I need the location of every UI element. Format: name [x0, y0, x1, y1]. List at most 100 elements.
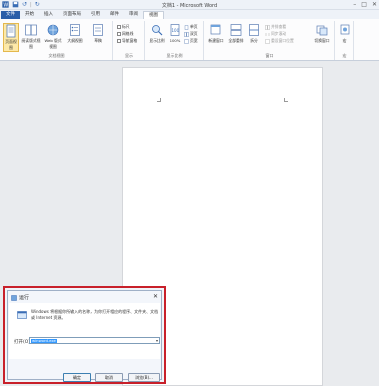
tab-mailings[interactable]: 邮件	[105, 11, 124, 19]
window-title: 文档1 - Microsoft Word	[161, 3, 218, 9]
zoom-100-button[interactable]: 100 100%	[168, 23, 182, 43]
crop-mark-top-left	[157, 98, 161, 102]
run-command-input[interactable]: winword.exe ▾	[29, 337, 160, 344]
draft-icon	[93, 24, 103, 36]
page-width-icon	[184, 39, 189, 43]
run-cancel-button[interactable]: 取消	[95, 373, 123, 382]
tab-file[interactable]: 文件	[1, 11, 20, 19]
run-icon	[11, 294, 17, 301]
zoom-button[interactable]: 显示比例	[148, 23, 166, 44]
gridlines-label: 网格线	[122, 31, 134, 36]
ruler-label: 标尺	[122, 24, 130, 29]
group-label-macros: 宏	[342, 53, 347, 58]
gridlines-checkbox[interactable]: 网格线	[117, 31, 133, 37]
outline-button[interactable]: 大纲视图	[65, 23, 85, 44]
group-label-show: 显示	[125, 53, 133, 58]
print-layout-label: 页面视图	[5, 39, 17, 50]
reading-layout-label: 阅读版式视图	[21, 38, 41, 49]
two-pages-button[interactable]: 双页	[184, 31, 198, 37]
zoom-100-icon: 100	[170, 24, 180, 36]
run-dialog-close-button[interactable]: ✕	[153, 293, 158, 300]
arrange-all-label: 全部重排	[228, 38, 244, 43]
outline-label: 大纲视图	[67, 38, 83, 43]
page-width-label: 页宽	[190, 38, 198, 43]
new-window-label: 新建窗口	[208, 38, 224, 43]
run-dialog-title: 运行	[19, 295, 30, 301]
maximize-button[interactable]: □	[361, 1, 367, 8]
web-layout-label: Web 版式视图	[44, 38, 62, 49]
page-width-button[interactable]: 页宽	[184, 38, 198, 44]
tab-view[interactable]: 视图	[143, 11, 164, 19]
draft-button[interactable]: 草稿	[88, 23, 108, 44]
split-icon	[249, 24, 259, 36]
draft-label: 草稿	[94, 38, 102, 43]
ruler-checkbox[interactable]: 标尺	[117, 24, 130, 30]
web-layout-button[interactable]: Web 版式视图	[43, 23, 63, 50]
title-bar: W ↺ | ↻ 文档1 - Microsoft Word – □ ✕	[0, 0, 379, 10]
run-dialog-highlight: 运行 ✕ Windows 将根据你所输入的名称，为你打开相应的程序、文件夹、文档…	[3, 286, 166, 384]
group-label-window: 窗口	[265, 53, 274, 58]
minimize-button[interactable]: –	[353, 1, 356, 8]
run-dialog-body: Windows 将根据你所输入的名称，为你打开相应的程序、文件夹、文档或 Int…	[9, 303, 160, 359]
navigation-pane-label: 导航窗格	[122, 38, 138, 43]
macros-label: 宏	[342, 38, 347, 43]
view-side-by-side-button[interactable]: 并排查看	[265, 24, 286, 30]
ribbon-tabs: 文件 开始 插入 页面布局 引用 邮件 审阅 视图	[0, 10, 379, 19]
chevron-down-icon[interactable]: ▾	[156, 338, 158, 343]
view-side-by-side-label: 并排查看	[271, 24, 287, 29]
group-label-document-views: 文档视图	[48, 53, 65, 58]
split-button[interactable]: 拆分	[247, 23, 261, 44]
arrange-all-icon	[230, 24, 242, 36]
reset-position-icon	[265, 38, 270, 44]
run-dialog-description: Windows 将根据你所输入的名称，为你打开相应的程序、文件夹、文档或 Int…	[31, 309, 159, 320]
macros-icon	[340, 24, 349, 35]
group-macros: 宏 宏	[336, 21, 354, 60]
tab-page-layout[interactable]: 页面布局	[58, 11, 86, 19]
new-window-button[interactable]: 新建窗口	[207, 23, 225, 44]
run-browse-button[interactable]: 浏览(B)...	[128, 373, 160, 382]
synchronous-scrolling-label: 同步滚动	[271, 31, 287, 36]
run-dialog-title-bar: 运行	[11, 294, 29, 301]
svg-text:100: 100	[172, 28, 180, 33]
one-page-icon	[184, 24, 189, 30]
tab-review[interactable]: 审阅	[124, 11, 143, 19]
zoom-label: 显示比例	[149, 38, 165, 43]
new-window-icon	[210, 24, 221, 35]
tab-insert[interactable]: 插入	[39, 11, 58, 19]
outline-icon	[70, 24, 80, 36]
group-document-views: 页面视图 阅读版式视图 Web 版式视图 大纲视图 草稿 文档视图	[1, 21, 113, 60]
print-layout-icon	[6, 24, 16, 38]
run-ok-button[interactable]: 确定	[63, 373, 91, 382]
tab-references[interactable]: 引用	[86, 11, 105, 19]
arrange-all-button[interactable]: 全部重排	[227, 23, 245, 44]
one-page-button[interactable]: 单页	[184, 24, 198, 30]
group-zoom: 显示比例 100 100% 单页 双页 页宽 显示比例	[146, 21, 204, 60]
close-button[interactable]: ✕	[372, 1, 377, 8]
run-command-value: winword.exe	[31, 338, 57, 343]
synchronous-scrolling-button[interactable]: 同步滚动	[265, 31, 286, 37]
split-label: 拆分	[250, 38, 258, 43]
reset-window-position-button[interactable]: 重设窗口位置	[265, 38, 294, 44]
switch-windows-button[interactable]: 切换窗口	[313, 23, 331, 44]
navigation-pane-checkbox[interactable]: 导航窗格	[117, 38, 137, 44]
group-window: 新建窗口 全部重排 拆分 并排查看 同步滚动 重设窗口位置 切换窗口 窗口	[205, 21, 335, 60]
window-controls: – □ ✕	[353, 1, 377, 8]
run-app-icon	[17, 311, 27, 319]
group-show: 标尺 网格线 导航窗格 显示	[114, 21, 145, 60]
reading-layout-button[interactable]: 阅读版式视图	[21, 23, 41, 50]
print-layout-button[interactable]: 页面视图	[3, 23, 19, 52]
reset-window-position-label: 重设窗口位置	[271, 38, 294, 43]
one-page-label: 单页	[190, 24, 198, 29]
web-layout-icon	[47, 24, 59, 36]
two-pages-icon	[184, 31, 189, 37]
magnifier-icon	[152, 25, 163, 36]
checkbox-box	[117, 25, 121, 29]
tab-home[interactable]: 开始	[20, 11, 39, 19]
group-label-zoom: 显示比例	[166, 53, 183, 58]
two-pages-label: 双页	[190, 31, 198, 36]
reading-layout-icon	[25, 24, 37, 36]
side-by-side-icon	[265, 24, 270, 30]
ribbon: 页面视图 阅读版式视图 Web 版式视图 大纲视图 草稿 文档视图 标尺 网格线…	[0, 19, 379, 61]
macros-button[interactable]: 宏	[337, 23, 352, 44]
crop-mark-top-right	[284, 98, 288, 102]
